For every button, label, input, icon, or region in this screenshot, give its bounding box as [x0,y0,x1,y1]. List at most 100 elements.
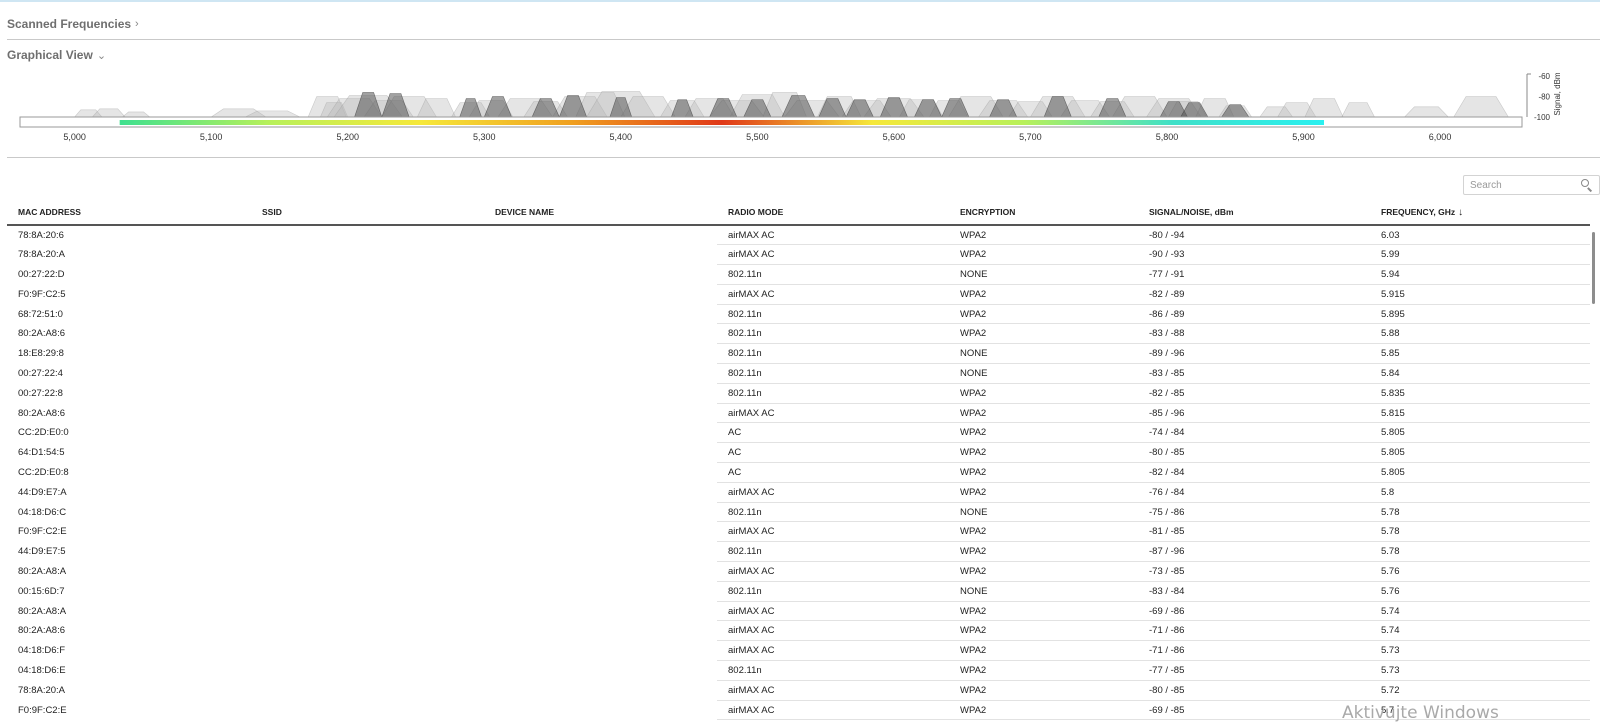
table-row[interactable]: 00:15:6D:7 802.11n NONE -83 / -84 5.76 [7,581,1590,602]
table-row[interactable]: 78:8A:20:A airMAX AC WPA2 -80 / -85 5.72 [7,680,1590,701]
table-scrollbar[interactable] [1592,232,1595,304]
x-tick-label: 5,900 [1292,132,1315,142]
chevron-down-icon: ⌄ [96,49,107,62]
encryption-cell: WPA2 [949,640,1138,662]
table-row[interactable]: 04:18:D6:C 802.11n NONE -75 / -86 5.78 [7,502,1590,523]
mac-cell: 80:2A:A8:6 [18,407,66,419]
search-input[interactable] [1464,176,1574,194]
column-header-signal-noise[interactable]: SIGNAL/NOISE, dBm [1138,200,1370,226]
x-tick-label: 5,200 [336,132,359,142]
mac-cell: 44:D9:E7:5 [18,546,66,558]
encryption-cell: NONE [949,264,1138,285]
device-name-cell [484,403,717,423]
table-row[interactable]: 44:D9:E7:5 802.11n WPA2 -87 / -96 5.78 [7,541,1590,563]
device-name-cell [484,364,717,384]
table-row[interactable]: 78:8A:20:A airMAX AC WPA2 -90 / -93 5.99 [7,244,1590,266]
device-name-cell [484,265,717,285]
mac-cell: 44:D9:E7:A [18,486,67,498]
table-row[interactable]: F0:9F:C2:E airMAX AC WPA2 -81 / -85 5.78 [7,521,1590,543]
frequency-cell: 5.88 [1370,323,1590,345]
mac-cell: 00:27:22:8 [18,387,63,399]
mac-cell: F0:9F:C2:5 [18,288,66,300]
frequency-cell: 5.84 [1370,363,1590,384]
column-header-encryption[interactable]: ENCRYPTION [949,200,1138,226]
ssid-cell [251,245,484,265]
table-row[interactable]: 80:2A:A8:6 802.11n WPA2 -83 / -88 5.88 [7,323,1590,345]
column-header-ssid[interactable]: SSID [251,200,484,226]
radio-mode-cell: 802.11n [717,323,949,345]
table-row[interactable]: 80:2A:A8:A airMAX AC WPA2 -73 / -85 5.76 [7,561,1590,582]
table-row[interactable]: 78:8A:20:6 airMAX AC WPA2 -80 / -94 6.03 [7,225,1590,246]
signal-noise-cell: -69 / -85 [1138,700,1370,721]
ssid-cell [251,601,484,621]
column-header-radio-mode[interactable]: RADIO MODE [717,200,949,226]
mac-cell: 80:2A:A8:6 [18,625,66,637]
signal-shape [1304,98,1344,118]
signal-noise-cell: -77 / -91 [1138,264,1370,285]
device-name-cell [484,225,717,245]
ssid-cell [251,641,484,661]
table-row[interactable]: 04:18:D6:F airMAX AC WPA2 -71 / -86 5.73 [7,640,1590,662]
encryption-cell: WPA2 [949,383,1138,404]
table-row[interactable]: 80:2A:A8:6 airMAX AC WPA2 -71 / -86 5.74 [7,620,1590,642]
ssid-cell [251,443,484,463]
table-row[interactable]: 80:2A:A8:6 airMAX AC WPA2 -85 / -96 5.815 [7,403,1590,424]
column-header-device-name[interactable]: DEVICE NAME [484,200,717,226]
scan-table: MAC ADDRESS SSID DEVICE NAME RADIO MODE ENCR… [7,200,1590,721]
table-row[interactable]: CC:2D:E0:8 AC WPA2 -82 / -84 5.805 [7,462,1590,483]
table-row[interactable]: 04:18:D6:E 802.11n WPA2 -77 / -85 5.73 [7,660,1590,681]
encryption-cell: WPA2 [949,442,1138,464]
table-row[interactable]: F0:9F:C2:E airMAX AC WPA2 -69 / -85 5.7 [7,700,1590,721]
scanned-frequencies-toggle[interactable]: Scanned Frequencies › [7,17,139,31]
ssid-cell [251,621,484,641]
radio-mode-cell: airMAX AC [717,700,949,721]
signal-noise-cell: -85 / -96 [1138,403,1370,424]
device-name-cell [484,284,717,304]
encryption-cell: WPA2 [949,521,1138,543]
ssid-cell [251,680,484,700]
ssid-cell [251,284,484,304]
mac-cell: 00:27:22:4 [18,367,63,379]
radio-mode-cell: airMAX AC [717,521,949,543]
column-header-mac-address[interactable]: MAC ADDRESS [7,200,251,226]
radio-mode-cell: airMAX AC [717,225,949,246]
search-icon[interactable] [1580,178,1594,192]
table-row[interactable]: 44:D9:E7:A airMAX AC WPA2 -76 / -84 5.8 [7,482,1590,503]
table-row[interactable]: 00:27:22:4 802.11n NONE -83 / -85 5.84 [7,363,1590,384]
frequency-cell: 5.73 [1370,660,1590,681]
table-header-row: MAC ADDRESS SSID DEVICE NAME RADIO MODE ENCR… [7,200,1590,226]
ssid-cell [251,482,484,502]
frequency-cell: 5.74 [1370,601,1590,622]
signal-noise-cell: -80 / -85 [1138,442,1370,464]
table-row[interactable]: CC:2D:E0:0 AC WPA2 -74 / -84 5.805 [7,422,1590,444]
search-box [1463,175,1600,195]
x-tick-label: 5,400 [610,132,633,142]
table-row[interactable]: 18:E8:29:8 802.11n NONE -89 / -96 5.85 [7,343,1590,365]
device-name-cell [484,383,717,403]
ssid-cell [251,403,484,423]
signal-noise-cell: -73 / -85 [1138,561,1370,582]
signal-noise-cell: -80 / -85 [1138,680,1370,701]
scan-table-container: MAC ADDRESS SSID DEVICE NAME RADIO MODE ENCR… [7,200,1590,722]
mac-cell: 78:8A:20:6 [18,229,64,241]
table-row[interactable]: 80:2A:A8:A airMAX AC WPA2 -69 / -86 5.74 [7,601,1590,622]
encryption-cell: WPA2 [949,304,1138,325]
encryption-cell: WPA2 [949,620,1138,642]
table-row[interactable]: 64:D1:54:5 AC WPA2 -80 / -85 5.805 [7,442,1590,464]
column-header-label: SIGNAL/NOISE, dBm [1149,207,1234,217]
table-row[interactable]: F0:9F:C2:5 airMAX AC WPA2 -82 / -89 5.915 [7,284,1590,305]
table-row[interactable]: 00:27:22:D 802.11n NONE -77 / -91 5.94 [7,264,1590,285]
column-header-label: RADIO MODE [728,207,784,217]
signal-noise-cell: -76 / -84 [1138,482,1370,503]
table-row[interactable]: 00:27:22:8 802.11n WPA2 -82 / -85 5.835 [7,383,1590,404]
frequency-cell: 5.78 [1370,502,1590,523]
graphical-view-toggle[interactable]: Graphical View ⌄ [7,48,106,62]
spectrum-chart: 5,000 5,100 5,200 5,300 5,400 5,500 5,600 5,700… [19,72,1562,142]
signal-noise-cell: -90 / -93 [1138,244,1370,266]
column-header-frequency[interactable]: FREQUENCY, GHz ↓ [1370,200,1590,226]
radio-mode-cell: 802.11n [717,581,949,602]
device-name-cell [484,245,717,265]
ssid-cell [251,661,484,681]
y-axis-label: Signal, dBm [1553,72,1562,115]
table-row[interactable]: 68:72:51:0 802.11n WPA2 -86 / -89 5.895 [7,304,1590,325]
